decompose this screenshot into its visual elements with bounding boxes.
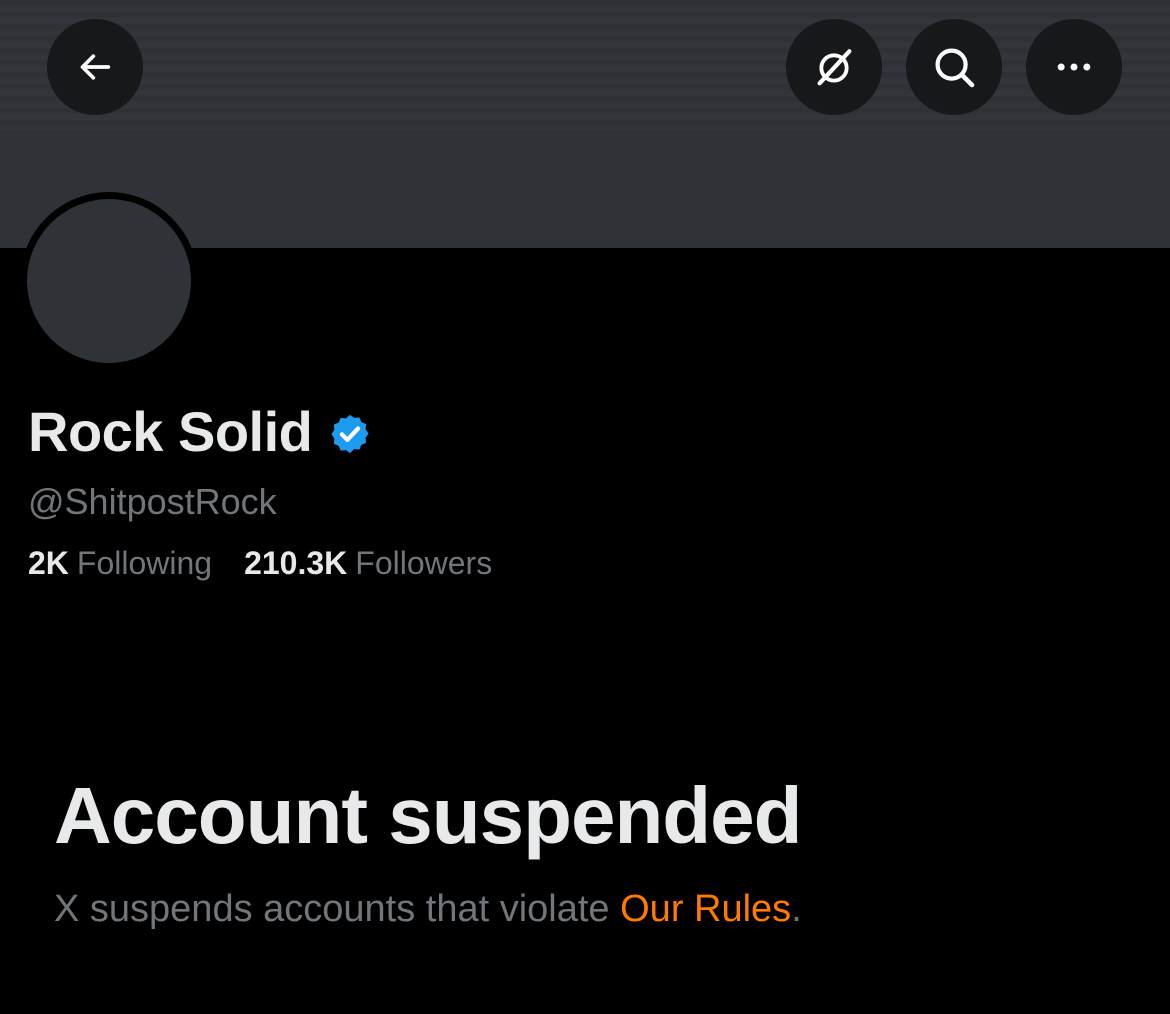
name-row: Rock Solid — [28, 400, 372, 464]
suspended-title: Account suspended — [54, 771, 803, 860]
search-button[interactable] — [906, 19, 1002, 115]
followers-count: 210.3K — [244, 545, 348, 581]
profile-banner — [0, 0, 1170, 248]
search-icon — [935, 48, 975, 88]
suspended-message: X suspends accounts that violate Our Rul… — [54, 885, 802, 933]
following-count: 2K — [28, 545, 69, 581]
more-button[interactable] — [1026, 19, 1122, 115]
arrow-left-icon — [80, 54, 111, 80]
profile-handle: @ShitpostRock — [28, 481, 277, 522]
back-button[interactable] — [47, 19, 143, 115]
avatar[interactable] — [27, 199, 191, 363]
more-horizontal-icon — [1057, 63, 1091, 71]
suspended-message-period: . — [791, 888, 802, 930]
suspended-message-text: X suspends accounts that violate — [54, 888, 621, 930]
follow-stats: 2K Following 210.3K Followers — [28, 543, 492, 583]
following-link[interactable]: 2K Following — [28, 543, 212, 583]
following-label: Following — [76, 545, 213, 581]
grok-icon — [817, 49, 852, 86]
followers-label: Followers — [355, 545, 493, 581]
display-name: Rock Solid — [28, 400, 313, 463]
verified-badge-icon[interactable] — [328, 412, 372, 456]
grok-button[interactable] — [786, 19, 882, 115]
followers-link[interactable]: 210.3K Followers — [244, 543, 492, 583]
our-rules-link[interactable]: Our Rules — [620, 888, 791, 930]
